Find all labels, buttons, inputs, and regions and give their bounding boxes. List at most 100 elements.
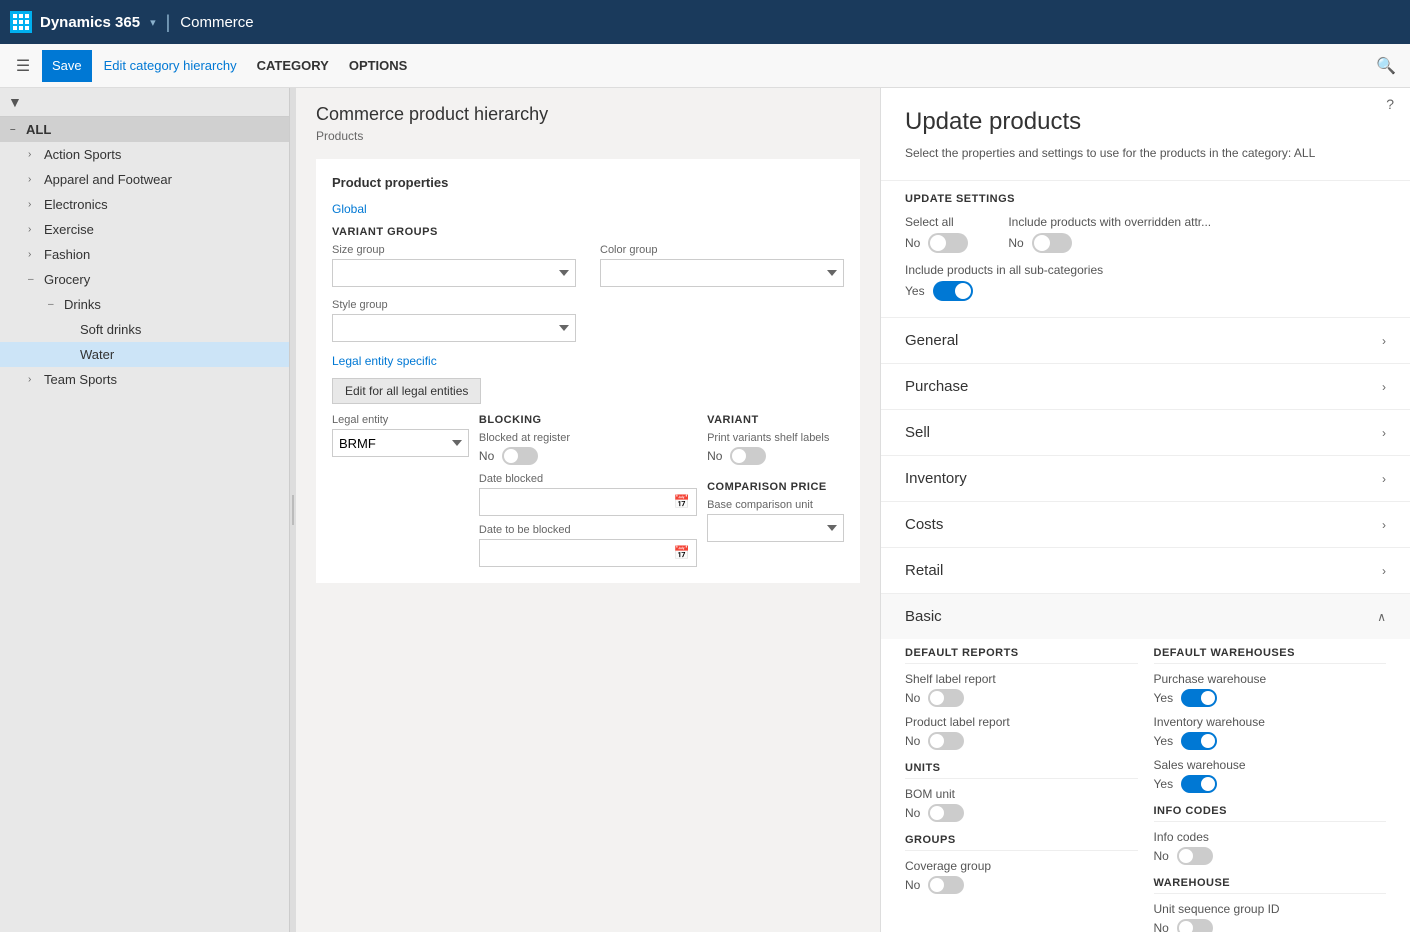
accordion-general-header[interactable]: General › bbox=[881, 318, 1410, 363]
legal-entity-label: Legal entity specific bbox=[332, 354, 844, 368]
groups-section: GROUPS Coverage group No bbox=[905, 834, 1138, 894]
sidebar-item-grocery[interactable]: – Grocery bbox=[0, 267, 289, 292]
app-chevron-icon[interactable]: ▾ bbox=[150, 16, 156, 29]
base-comparison-unit-field: Base comparison unit bbox=[707, 499, 844, 542]
product-label-report-label: Product label report bbox=[905, 715, 1138, 729]
sales-warehouse-toggle[interactable] bbox=[1181, 775, 1217, 793]
app-grid-icon[interactable] bbox=[10, 11, 32, 33]
edit-category-hierarchy-button[interactable]: Edit category hierarchy bbox=[96, 50, 245, 82]
size-group-select[interactable] bbox=[332, 259, 576, 287]
sidebar-item-label: Soft drinks bbox=[80, 322, 141, 337]
purchase-warehouse-toggle[interactable] bbox=[1181, 689, 1217, 707]
blocked-at-register-toggle[interactable] bbox=[502, 447, 538, 465]
app-title[interactable]: Dynamics 365 bbox=[40, 14, 140, 31]
variant-title: VARIANT bbox=[707, 414, 844, 426]
product-label-report-toggle[interactable] bbox=[928, 732, 964, 750]
include-overridden-toggle[interactable] bbox=[1032, 233, 1072, 253]
calendar-icon[interactable]: 📅 bbox=[668, 490, 696, 514]
sidebar-item-soft-drinks[interactable]: Soft drinks bbox=[0, 317, 289, 342]
hamburger-menu-icon[interactable]: ☰ bbox=[8, 51, 38, 81]
accordion-retail-header[interactable]: Retail › bbox=[881, 548, 1410, 593]
sidebar-item-electronics[interactable]: › Electronics bbox=[0, 192, 289, 217]
inventory-warehouse-label: Inventory warehouse bbox=[1154, 715, 1387, 729]
unit-sequence-toggle[interactable] bbox=[1177, 919, 1213, 932]
sidebar-item-team-sports[interactable]: › Team Sports bbox=[0, 367, 289, 392]
accordion-retail-title: Retail bbox=[905, 562, 943, 579]
sidebar-chevron-icon: › bbox=[28, 174, 40, 185]
sidebar-item-apparel[interactable]: › Apparel and Footwear bbox=[0, 167, 289, 192]
panel-subtitle: Select the properties and settings to us… bbox=[905, 146, 1386, 160]
inventory-warehouse-toggle[interactable] bbox=[1181, 732, 1217, 750]
search-icon[interactable]: 🔍 bbox=[1370, 50, 1402, 82]
sidebar-item-label: Action Sports bbox=[44, 147, 121, 162]
bom-unit-value: No bbox=[905, 806, 920, 820]
base-comparison-unit-select[interactable] bbox=[707, 514, 844, 542]
settings-row-2: Include products in all sub-categories Y… bbox=[905, 263, 1386, 301]
print-variants-label: Print variants shelf labels bbox=[707, 432, 844, 444]
accordion-costs-header[interactable]: Costs › bbox=[881, 502, 1410, 547]
accordion-costs: Costs › bbox=[881, 502, 1410, 548]
default-reports-section: DEFAULT REPORTS Shelf label report No bbox=[905, 647, 1138, 750]
help-icon[interactable]: ? bbox=[1386, 96, 1394, 112]
info-codes-toggle[interactable] bbox=[1177, 847, 1213, 865]
product-properties-card: Product properties Global VARIANT GROUPS… bbox=[316, 159, 860, 583]
sidebar-all-minus-icon: – bbox=[10, 124, 22, 135]
coverage-group-value: No bbox=[905, 878, 920, 892]
sidebar-item-exercise[interactable]: › Exercise bbox=[0, 217, 289, 242]
date-blocked-field: Date blocked 📅 bbox=[479, 473, 697, 516]
blocked-at-register-value: No bbox=[479, 449, 494, 463]
sidebar-item-drinks[interactable]: – Drinks bbox=[0, 292, 289, 317]
settings-row-1: Select all No Include products with over… bbox=[905, 215, 1386, 253]
sidebar-item-all[interactable]: – ALL bbox=[0, 117, 289, 142]
sidebar-item-action-sports[interactable]: › Action Sports bbox=[0, 142, 289, 167]
date-to-be-blocked-text-input[interactable] bbox=[480, 546, 668, 561]
calendar-icon[interactable]: 📅 bbox=[668, 541, 696, 565]
sidebar-item-fashion[interactable]: › Fashion bbox=[0, 242, 289, 267]
accordion-retail-chevron-icon: › bbox=[1382, 564, 1386, 578]
date-to-be-blocked-input[interactable]: 📅 bbox=[479, 539, 697, 567]
options-tab[interactable]: OPTIONS bbox=[341, 50, 416, 82]
filter-icon[interactable]: ▼ bbox=[8, 94, 22, 110]
accordion-purchase-header[interactable]: Purchase › bbox=[881, 364, 1410, 409]
info-codes-title: INFO CODES bbox=[1154, 805, 1387, 822]
save-button[interactable]: Save bbox=[42, 50, 92, 82]
legal-entity-select[interactable]: BRMF bbox=[332, 429, 469, 457]
bom-unit-field: BOM unit No bbox=[905, 787, 1138, 822]
accordion-inventory-header[interactable]: Inventory › bbox=[881, 456, 1410, 501]
legal-entity-label-field: Legal entity bbox=[332, 414, 469, 426]
print-variants-toggle[interactable] bbox=[730, 447, 766, 465]
size-group-field: Size group bbox=[332, 244, 576, 287]
accordion-sell-header[interactable]: Sell › bbox=[881, 410, 1410, 455]
shelf-label-report-value: No bbox=[905, 691, 920, 705]
basic-content: DEFAULT REPORTS Shelf label report No bbox=[881, 639, 1410, 932]
date-blocked-input[interactable]: 📅 bbox=[479, 488, 697, 516]
accordion-sell-chevron-icon: › bbox=[1382, 426, 1386, 440]
color-group-select[interactable] bbox=[600, 259, 844, 287]
bom-unit-toggle[interactable] bbox=[928, 804, 964, 822]
accordion-basic-chevron-icon: ∧ bbox=[1377, 610, 1386, 624]
variant-section: VARIANT Print variants shelf labels No bbox=[707, 414, 844, 567]
sidebar-chevron-icon: › bbox=[28, 374, 40, 385]
sidebar-item-label: Exercise bbox=[44, 222, 94, 237]
sidebar-item-label: Team Sports bbox=[44, 372, 117, 387]
include-subcategories-toggle[interactable] bbox=[933, 281, 973, 301]
size-group-label: Size group bbox=[332, 244, 576, 256]
edit-all-legal-entities-button[interactable]: Edit for all legal entities bbox=[332, 378, 481, 404]
module-title[interactable]: Commerce bbox=[180, 14, 253, 31]
resize-handle[interactable] bbox=[290, 88, 296, 932]
coverage-group-toggle[interactable] bbox=[928, 876, 964, 894]
shelf-label-report-toggle[interactable] bbox=[928, 689, 964, 707]
product-label-report-field: Product label report No bbox=[905, 715, 1138, 750]
sidebar-item-water[interactable]: Water bbox=[0, 342, 289, 367]
include-subcategories-label: Include products in all sub-categories bbox=[905, 263, 1386, 277]
date-blocked-text-input[interactable] bbox=[480, 495, 668, 510]
print-variants-value: No bbox=[707, 449, 722, 463]
accordion-general-title: General bbox=[905, 332, 958, 349]
purchase-warehouse-field: Purchase warehouse Yes bbox=[1154, 672, 1387, 707]
category-tab[interactable]: CATEGORY bbox=[249, 50, 337, 82]
unit-sequence-field: Unit sequence group ID No bbox=[1154, 902, 1387, 932]
accordion-basic-header[interactable]: Basic ∧ bbox=[881, 594, 1410, 639]
select-all-toggle[interactable] bbox=[928, 233, 968, 253]
style-group-select[interactable] bbox=[332, 314, 576, 342]
top-bar: Dynamics 365 ▾ | Commerce bbox=[0, 0, 1410, 44]
